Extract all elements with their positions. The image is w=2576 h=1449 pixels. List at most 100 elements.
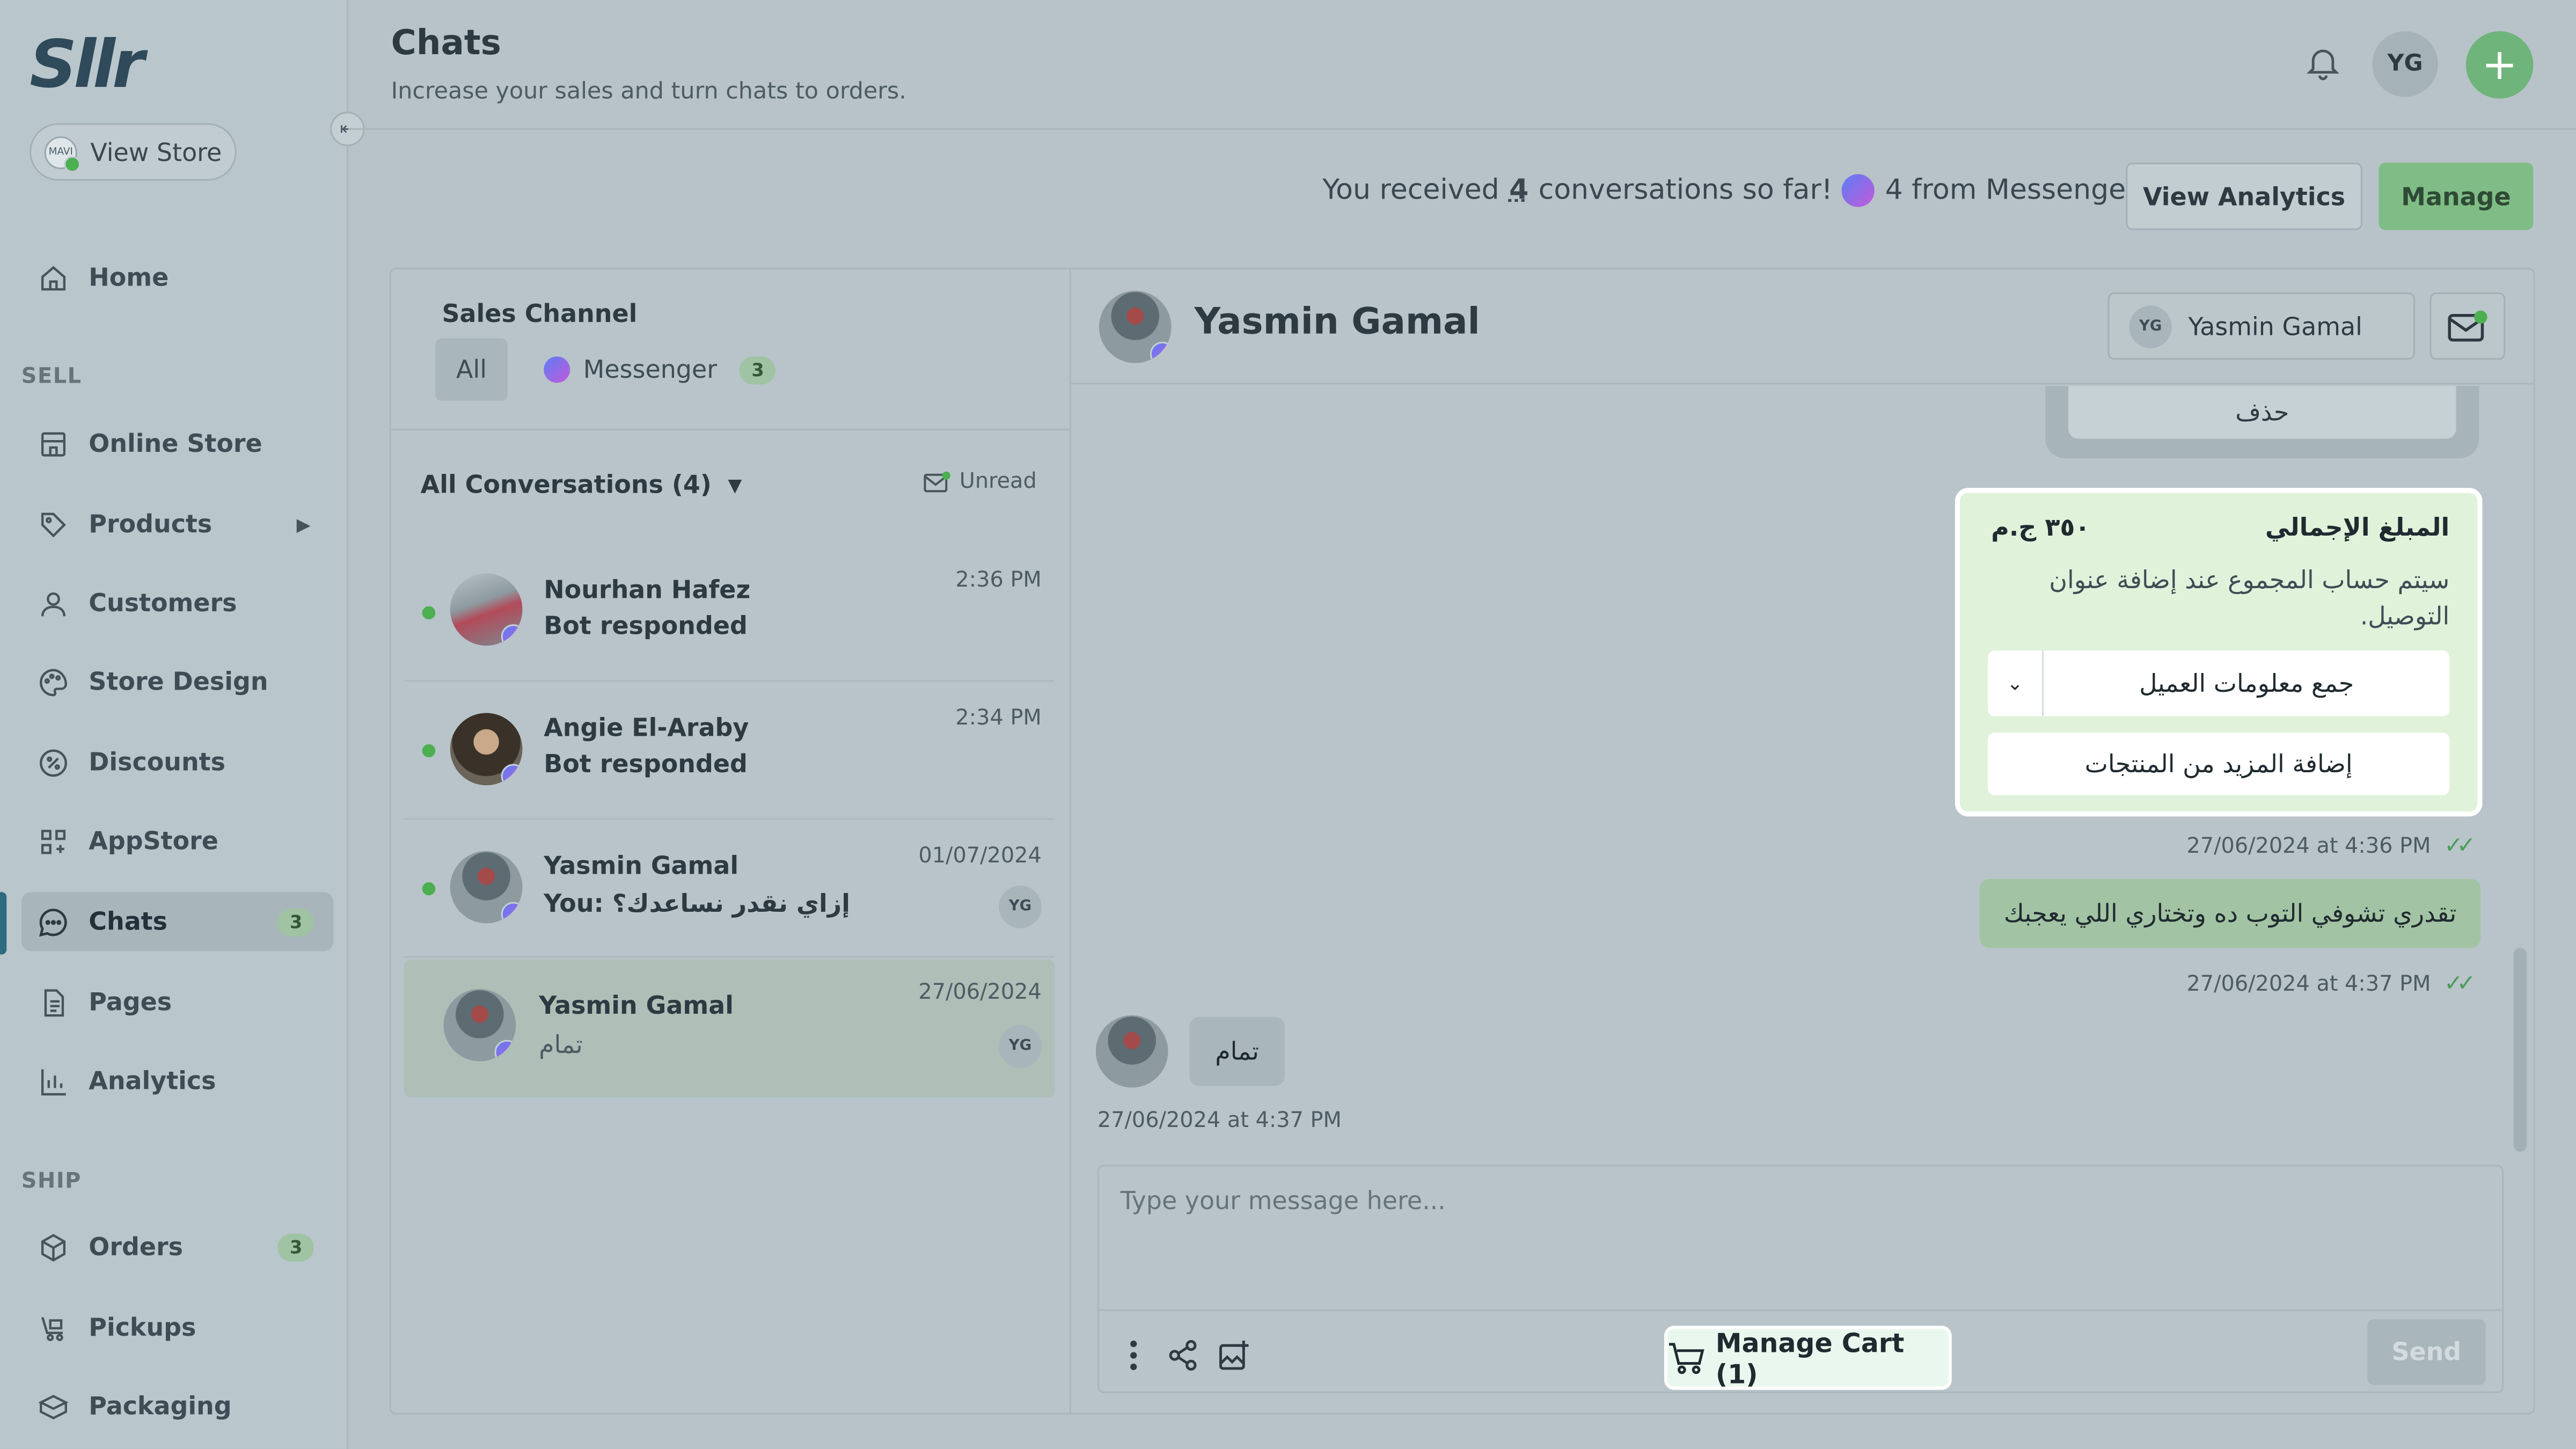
- sidebar: Sllr MAVI View Store SELL SHIP Home Onli…: [0, 0, 348, 1449]
- conversation-stats: You received 4 conversations so far! 4 f…: [1322, 174, 2138, 207]
- sidebar-item-customers[interactable]: Customers: [21, 573, 334, 632]
- message-timestamp: 27/06/2024 at 4:36 PM ✓✓: [2186, 833, 2476, 859]
- messenger-badge-icon: [501, 902, 523, 924]
- messenger-badge-icon: [501, 624, 523, 646]
- apps-icon: [41, 829, 66, 853]
- view-store-button[interactable]: MAVI View Store: [30, 123, 237, 181]
- chevron-right-icon: ▶: [296, 513, 311, 535]
- sidebar-item-label: AppStore: [89, 826, 218, 856]
- send-button[interactable]: Send: [2367, 1319, 2486, 1385]
- double-check-icon: ✓✓: [2443, 971, 2476, 998]
- add-more-products-button[interactable]: إضافة المزيد من المنتجات: [1988, 733, 2450, 795]
- sidebar-item-appstore[interactable]: AppStore: [21, 811, 334, 870]
- manage-cart-button[interactable]: Manage Cart (1): [1664, 1326, 1952, 1390]
- conversation-item[interactable]: Yasmin Gamal You: إزاي نقدر نساعدك؟ 01/0…: [404, 820, 1055, 958]
- sidebar-item-label: Products: [89, 509, 213, 539]
- collect-info-select[interactable]: جمع معلومات العميل ⌄: [1988, 650, 2450, 716]
- manage-cart-label: Manage Cart (1): [1715, 1326, 1905, 1389]
- contact-name: Yasmin Gamal: [1194, 302, 1480, 343]
- sidebar-item-home[interactable]: Home: [21, 248, 334, 307]
- chats-count-badge: 3: [278, 908, 314, 936]
- conversation-preview: You: إزاي نقدر نساعدك؟: [544, 889, 850, 919]
- sidebar-item-analytics[interactable]: Analytics: [21, 1051, 334, 1110]
- conversation-item-selected[interactable]: Yasmin Gamal تمام 27/06/2024 YG: [404, 959, 1055, 1097]
- logo[interactable]: Sllr: [30, 33, 144, 98]
- sidebar-item-label: Home: [89, 262, 169, 292]
- conversation-time: 2:34 PM: [955, 706, 1042, 731]
- outgoing-message: تقدري تشوفي التوب ده وتختاري اللي يعجبك: [1979, 879, 2481, 948]
- delete-button[interactable]: حذف: [2068, 386, 2456, 439]
- sidebar-item-label: Pickups: [89, 1312, 196, 1343]
- conversation-name: Nourhan Hafez: [544, 575, 751, 605]
- contact-avatar: [1099, 290, 1172, 363]
- conversation-filter-dropdown[interactable]: All Conversations (4) ▼: [421, 470, 742, 500]
- tag-icon: [41, 511, 66, 537]
- avatar: [450, 573, 523, 646]
- cart-summary-card: المبلغ الإجمالي ٣٥٠ ج.م سيتم حساب المجمو…: [1955, 488, 2483, 817]
- page-icon: [44, 988, 64, 1016]
- sidebar-item-label: Orders: [89, 1232, 183, 1262]
- incoming-message: تمام: [1189, 1016, 1285, 1086]
- assignee-dropdown[interactable]: YG Yasmin Gamal: [2107, 292, 2415, 360]
- stats-prefix: You received: [1322, 174, 1499, 207]
- conversation-name: Yasmin Gamal: [539, 990, 734, 1021]
- message-timestamp: 27/06/2024 at 4:37 PM: [1097, 1109, 1342, 1133]
- store-icon: [41, 431, 66, 456]
- user-avatar[interactable]: YG: [2372, 31, 2438, 97]
- message-composer: Manage Cart (1) Send: [1097, 1165, 2504, 1393]
- sidebar-item-packaging[interactable]: Packaging: [21, 1377, 334, 1436]
- sidebar-item-online-store[interactable]: Online Store: [21, 414, 334, 473]
- unread-label: Unread: [959, 470, 1037, 495]
- collect-info-label: جمع معلومات العميل: [2139, 668, 2354, 699]
- user-icon: [41, 591, 66, 616]
- conversation-preview: Bot responded: [544, 611, 748, 641]
- more-options-icon[interactable]: [1116, 1337, 1152, 1373]
- conversation-name: Angie El-Araby: [544, 713, 749, 743]
- add-image-icon[interactable]: [1216, 1337, 1252, 1373]
- cart-total-label: المبلغ الإجمالي: [2265, 513, 2450, 543]
- sidebar-item-pickups[interactable]: Pickups: [21, 1298, 334, 1357]
- sidebar-item-pages[interactable]: Pages: [21, 972, 334, 1031]
- messenger-badge-icon: [501, 764, 523, 786]
- share-icon[interactable]: [1165, 1337, 1201, 1373]
- message-list: حذف المبلغ الإجمالي ٣٥٠ ج.م سيتم حساب ال…: [1071, 386, 2533, 1161]
- package-icon: [38, 1394, 69, 1419]
- conversation-time: 01/07/2024: [918, 844, 1042, 869]
- scrollbar[interactable]: [2513, 948, 2527, 1152]
- page-header: Chats Increase your sales and turn chats…: [348, 0, 2576, 130]
- mail-unread-icon: [924, 471, 950, 492]
- timestamp-text: 27/06/2024 at 4:37 PM: [1097, 1109, 1342, 1134]
- sidebar-item-chats[interactable]: Chats 3: [21, 892, 334, 952]
- message-input[interactable]: [1099, 1166, 2502, 1311]
- manage-button[interactable]: Manage: [2379, 163, 2534, 230]
- bell-icon[interactable]: [2303, 43, 2343, 82]
- sidebar-item-discounts[interactable]: Discounts: [21, 733, 334, 792]
- sidebar-item-orders[interactable]: Orders 3: [21, 1217, 334, 1276]
- sidebar-item-store-design[interactable]: Store Design: [21, 652, 334, 711]
- sidebar-item-products[interactable]: Products ▶: [21, 494, 334, 553]
- chat-pane: Yasmin Gamal YG Yasmin Gamal حذف المبلغ …: [1071, 269, 2534, 1413]
- messenger-icon: [1842, 174, 1876, 207]
- unread-filter[interactable]: Unread: [923, 470, 1037, 495]
- conversation-time: 2:36 PM: [955, 568, 1042, 594]
- view-analytics-button[interactable]: View Analytics: [2126, 163, 2363, 230]
- home-icon: [41, 265, 66, 290]
- contact-avatar: [1095, 1015, 1168, 1088]
- conversation-item[interactable]: Nourhan Hafez Bot responded 2:36 PM: [404, 544, 1055, 682]
- sales-channel-label: Sales Channel: [442, 299, 638, 329]
- timestamp-text: 27/06/2024 at 4:36 PM: [2186, 833, 2431, 859]
- tab-messenger[interactable]: Messenger 3: [544, 339, 776, 401]
- view-store-label: View Store: [90, 137, 222, 167]
- chevron-down-icon[interactable]: ⌄: [1988, 650, 2044, 716]
- message-timestamp: 27/06/2024 at 4:37 PM ✓✓: [2186, 971, 2476, 998]
- page-title: Chats: [391, 23, 501, 63]
- conversation-item[interactable]: Angie El-Araby Bot responded 2:34 PM: [404, 682, 1055, 820]
- tab-all[interactable]: All: [435, 338, 508, 401]
- assignee-avatar: YG: [999, 1025, 1042, 1068]
- cart-note: سيتم حساب المجموع عند إضافة عنوان التوصي…: [2049, 565, 2450, 631]
- divider: [391, 428, 1071, 431]
- sidebar-item-label: Packaging: [89, 1391, 232, 1421]
- mark-unread-button[interactable]: [2429, 292, 2506, 360]
- add-button[interactable]: +: [2465, 31, 2534, 99]
- conversation-list-pane: Sales Channel All Messenger 3 All Conver…: [391, 269, 1071, 1413]
